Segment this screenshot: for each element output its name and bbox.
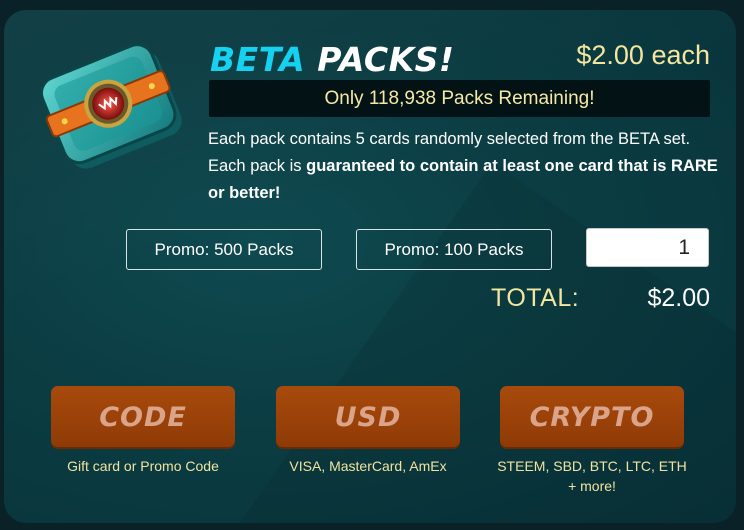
pay-crypto-subtitle-line2: + more! xyxy=(568,478,616,494)
price-each: $2.00 each xyxy=(576,40,710,70)
pay-code-subtitle: Gift card or Promo Code xyxy=(67,458,219,474)
card-pack-icon xyxy=(39,43,182,169)
promo-100-button[interactable]: Promo: 100 Packs xyxy=(356,229,552,270)
pay-crypto-subtitle-line1: STEEM, SBD, BTC, LTC, ETH xyxy=(497,458,687,474)
pay-usd-subtitle: VISA, MasterCard, AmEx xyxy=(289,458,447,474)
packs-remaining-banner: Only 118,938 Packs Remaining! xyxy=(209,80,710,117)
title-beta: BETA xyxy=(210,40,306,79)
total-value: $2.00 xyxy=(647,284,710,312)
pack-description: Each pack contains 5 cards randomly sele… xyxy=(208,126,718,207)
beta-packs-panel: BETA PACKS! $2.00 each Only 118,938 Pack… xyxy=(4,10,736,523)
title-packs: PACKS! xyxy=(317,40,455,79)
pay-crypto-button[interactable]: CRYPTO xyxy=(500,386,684,449)
promo-500-button[interactable]: Promo: 500 Packs xyxy=(126,229,322,270)
total-label: TOTAL: xyxy=(491,284,580,312)
pay-code-button[interactable]: CODE xyxy=(51,386,235,449)
quantity-input[interactable]: 1 xyxy=(586,228,709,267)
pay-crypto-subtitle: STEEM, SBD, BTC, LTC, ETH + more! xyxy=(472,456,712,496)
page-title: BETA PACKS! xyxy=(210,40,454,79)
pay-usd-button[interactable]: USD xyxy=(276,386,460,449)
